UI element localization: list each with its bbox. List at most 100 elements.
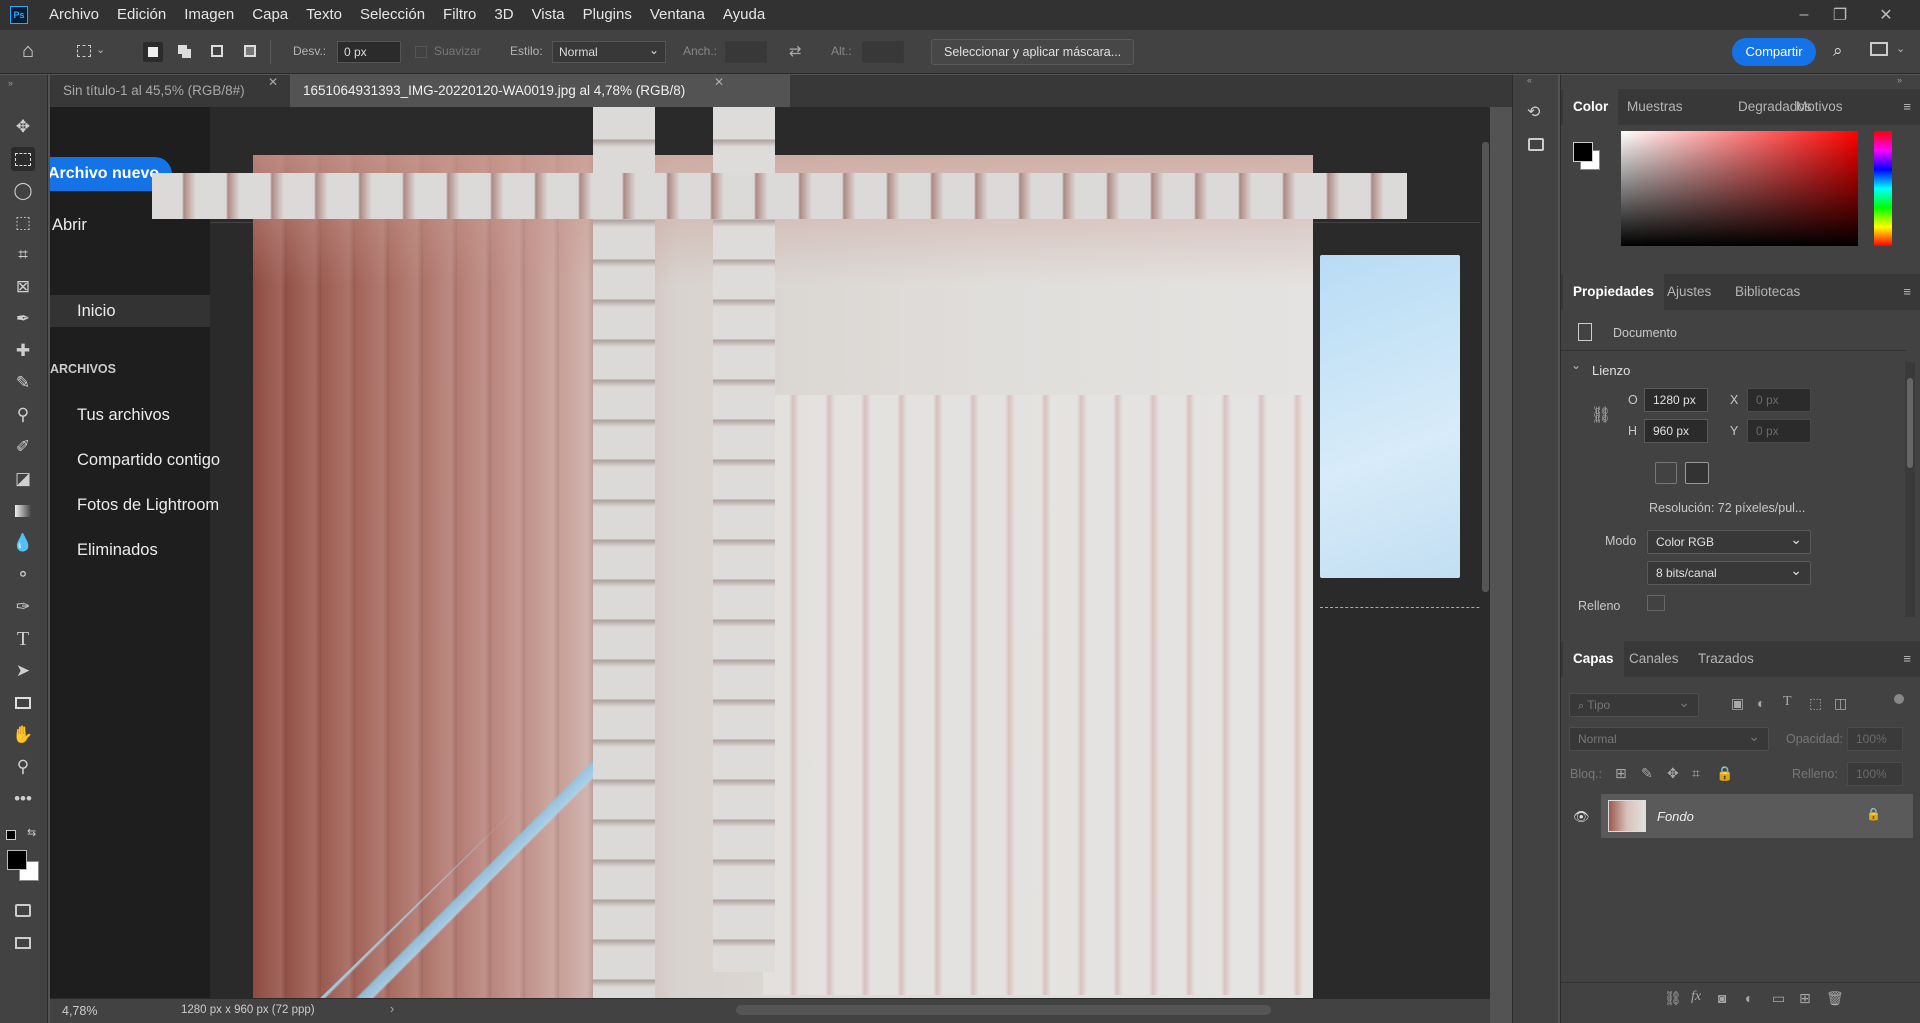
rectangle-tool-icon[interactable] (11, 691, 35, 715)
chevron-down-icon[interactable]: ⌄ (1571, 358, 1581, 372)
portrait-orientation-icon[interactable] (1655, 462, 1677, 484)
fill-swatch[interactable] (1647, 595, 1665, 611)
lock-all-icon[interactable]: 🔒 (1716, 765, 1733, 782)
filter-shape-icon[interactable]: ⬚ (1809, 695, 1822, 712)
fx-icon[interactable]: fx (1691, 989, 1701, 1005)
layer-filter-select[interactable]: ⌕ Tipo (1569, 693, 1699, 717)
filter-smart-object-icon[interactable]: ◫ (1834, 695, 1847, 712)
type-tool-icon[interactable]: T (11, 627, 35, 651)
style-select[interactable]: Normal ⌄ (552, 41, 666, 63)
eraser-tool-icon[interactable]: ◪ (11, 467, 35, 491)
filter-adjustment-icon[interactable]: ◐ (1757, 695, 1765, 711)
link-layers-icon[interactable]: ⛓ (1664, 990, 1682, 1007)
tab-propiedades[interactable]: Propiedades (1563, 274, 1665, 310)
lock-pixels-icon[interactable]: ✎ (1641, 765, 1653, 782)
menu-item-selección[interactable]: Selección (351, 0, 434, 30)
home-nav-inicio[interactable]: Inicio (77, 302, 116, 321)
screen-mode-icon[interactable] (11, 931, 35, 955)
close-icon[interactable]: ✕ (1864, 0, 1908, 30)
rectangular-marquee-tool-icon[interactable] (11, 147, 35, 171)
canvas-area[interactable]: Archivo nuevo Abrir Inicio ARCHIVOS Tus … (50, 107, 1490, 998)
zoom-level[interactable]: 4,78% (62, 1004, 97, 1018)
chevron-down-icon[interactable]: ⌄ (1896, 42, 1905, 55)
menu-item-archivo[interactable]: Archivo (40, 0, 108, 30)
canvas-x-input[interactable]: 0 px (1747, 388, 1811, 412)
bit-depth-select[interactable]: 8 bits/canal (1647, 561, 1811, 585)
restore-icon[interactable]: ❐ (1818, 0, 1862, 30)
antialias-checkbox[interactable] (415, 46, 427, 58)
blend-mode-select[interactable]: Normal (1569, 727, 1769, 751)
add-mask-icon[interactable]: ◙ (1718, 990, 1726, 1006)
workspace-icon[interactable] (1870, 42, 1888, 56)
menu-item-ventana[interactable]: Ventana (641, 0, 714, 30)
move-tool-icon[interactable]: ✥ (11, 115, 35, 139)
vertical-scrollbar[interactable] (1480, 127, 1490, 997)
adjustment-layer-icon[interactable]: ◐ (1745, 990, 1753, 1006)
menu-item-plugins[interactable]: Plugins (574, 0, 641, 30)
canvas-width-input[interactable]: 1280 px (1644, 388, 1708, 412)
lock-transparent-icon[interactable]: ⊞ (1615, 765, 1627, 782)
more-tools-icon[interactable]: ••• (11, 787, 35, 811)
filter-pixel-icon[interactable]: ▣ (1731, 695, 1744, 712)
panel-menu-icon[interactable]: ≡ (1903, 99, 1911, 114)
fill-percent-input[interactable]: 100% (1847, 762, 1903, 786)
search-icon[interactable]: ⌕ (1833, 41, 1843, 61)
select-and-mask-button[interactable]: Seleccionar y aplicar máscara... (931, 39, 1135, 65)
share-button[interactable]: Compartir (1732, 38, 1816, 66)
canvas-y-input[interactable]: 0 px (1747, 419, 1811, 443)
blur-tool-icon[interactable]: 💧 (11, 531, 35, 555)
comments-icon[interactable] (1528, 138, 1544, 151)
tab-capas[interactable]: Capas (1563, 641, 1624, 677)
tab-canales[interactable]: Canales (1629, 641, 1679, 677)
menu-item-edición[interactable]: Edición (108, 0, 175, 30)
healing-brush-tool-icon[interactable]: ✚ (11, 339, 35, 363)
collapse-icon[interactable]: « (1527, 75, 1532, 85)
feather-input[interactable]: 0 px (337, 41, 401, 63)
subtract-selection-button[interactable] (208, 42, 228, 62)
link-icon[interactable]: ⛓ (1591, 405, 1611, 425)
foreground-color-swatch[interactable] (7, 850, 27, 870)
width-input[interactable] (725, 41, 767, 63)
lock-artboard-icon[interactable]: ⌗ (1692, 765, 1700, 782)
tab-trazados[interactable]: Trazados (1698, 641, 1754, 677)
opacity-input[interactable]: 100% (1847, 727, 1903, 751)
hand-tool-icon[interactable]: ✋ (11, 723, 35, 747)
object-selection-tool-icon[interactable]: ⬚ (11, 211, 35, 235)
add-selection-button[interactable] (175, 42, 195, 62)
tab-color[interactable]: Color (1563, 89, 1619, 125)
new-selection-button[interactable] (143, 42, 163, 62)
intersect-selection-button[interactable] (241, 42, 261, 62)
history-brush-tool-icon[interactable]: ✐ (11, 435, 35, 459)
history-icon[interactable]: ⟲ (1527, 102, 1540, 122)
frame-tool-icon[interactable]: ⊠ (11, 275, 35, 299)
recent-thumbnail[interactable] (1320, 255, 1460, 578)
home-icon[interactable]: ⌂ (22, 40, 34, 63)
close-tab-icon[interactable]: ✕ (714, 75, 724, 89)
menu-item-texto[interactable]: Texto (297, 0, 351, 30)
tab-ajustes[interactable]: Ajustes (1667, 274, 1711, 310)
hue-slider[interactable] (1874, 131, 1892, 246)
menu-item-capa[interactable]: Capa (243, 0, 297, 30)
path-selection-tool-icon[interactable]: ➤ (11, 659, 35, 683)
dodge-tool-icon[interactable]: ⚬ (11, 563, 35, 587)
document-image[interactable] (253, 155, 1313, 998)
eye-visibility-icon[interactable]: 👁 (1573, 809, 1590, 825)
landscape-orientation-icon[interactable] (1685, 462, 1709, 484)
eyedropper-tool-icon[interactable]: ✒ (11, 307, 35, 331)
pen-tool-icon[interactable]: ✑ (11, 595, 35, 619)
layer-name[interactable]: Fondo (1657, 809, 1694, 824)
color-field[interactable] (1621, 131, 1858, 246)
delete-layer-icon[interactable]: 🗑 (1826, 990, 1844, 1007)
filter-toggle[interactable] (1894, 694, 1904, 704)
tab-bibliotecas[interactable]: Bibliotecas (1735, 274, 1800, 310)
menu-item-3d[interactable]: 3D (485, 0, 522, 30)
nav-compartido[interactable]: Compartido contigo (77, 451, 220, 470)
panel-menu-icon[interactable]: ≡ (1903, 651, 1911, 666)
nav-lightroom[interactable]: Fotos de Lightroom (77, 496, 219, 515)
swap-icon[interactable]: ⇄ (789, 42, 802, 60)
properties-scrollbar[interactable] (1905, 362, 1915, 617)
close-tab-icon[interactable]: ✕ (268, 75, 278, 89)
default-colors-icon[interactable] (6, 830, 16, 840)
nav-tus-archivos[interactable]: Tus archivos (77, 406, 170, 425)
height-input[interactable] (862, 41, 904, 63)
